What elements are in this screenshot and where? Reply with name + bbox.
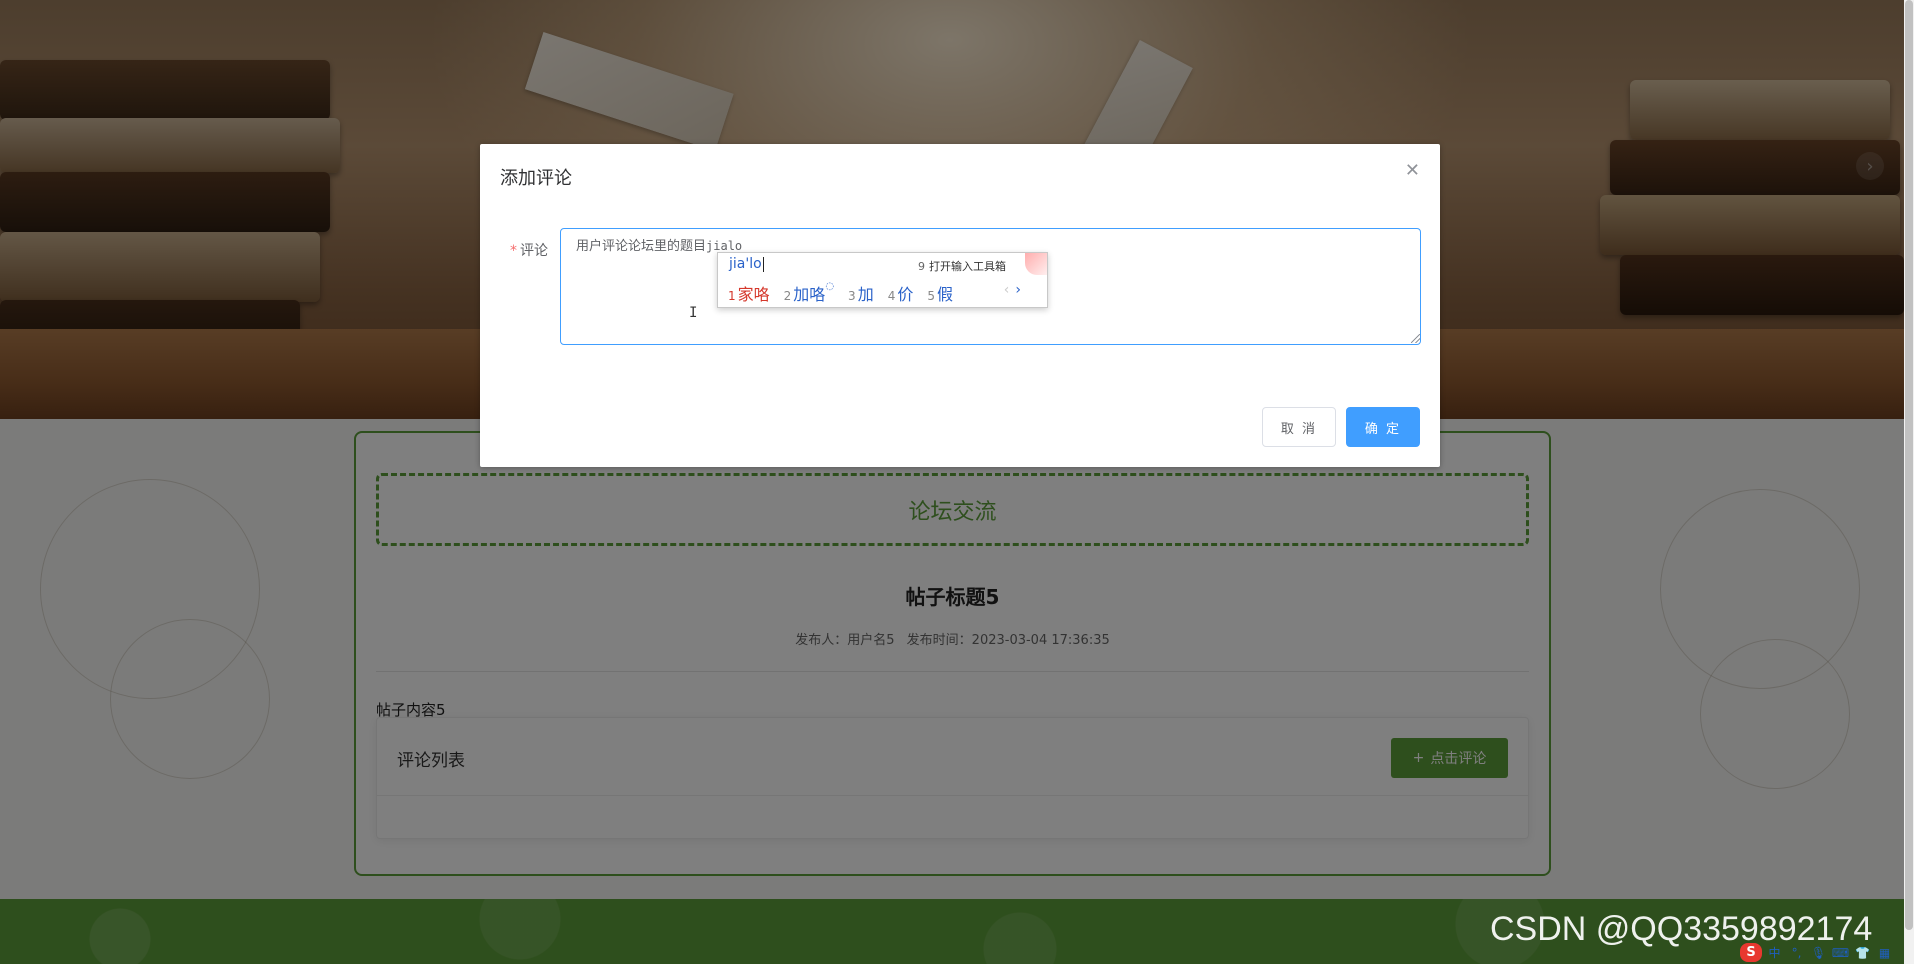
- comment-field-label-text: 评论: [520, 243, 548, 259]
- ime-pinyin: jia'lo: [729, 256, 764, 272]
- cloud-icon: ◌: [825, 281, 835, 292]
- grid-icon[interactable]: ▦: [1875, 943, 1894, 962]
- ime-candidates: 1 家咯 2 加咯◌ 3加 4价 5假: [728, 281, 953, 305]
- keyboard-icon[interactable]: ⌨: [1831, 943, 1850, 962]
- punctuation-icon[interactable]: °,: [1787, 943, 1806, 962]
- resize-handle-icon[interactable]: [1411, 334, 1420, 343]
- ime-candidate[interactable]: 5假: [927, 281, 953, 305]
- confirm-button[interactable]: 确 定: [1346, 407, 1420, 447]
- required-asterisk: *: [510, 243, 517, 259]
- ime-tray: S 中 °, 🎙 ⌨ 👕 ▦: [1740, 943, 1894, 962]
- ime-candidate-text: 家咯: [737, 285, 770, 304]
- dialog-title: 添加评论: [500, 168, 572, 189]
- ime-candidate-text: 加咯: [793, 285, 826, 304]
- microphone-icon[interactable]: 🎙: [1809, 943, 1828, 962]
- ime-candidate[interactable]: 4价: [888, 281, 914, 305]
- ime-candidate-num: 1: [728, 289, 736, 303]
- chevron-right-icon[interactable]: ›: [1015, 282, 1021, 298]
- language-indicator[interactable]: 中: [1765, 943, 1784, 962]
- comment-text: 用户评论论坛里的题目: [576, 239, 707, 254]
- sogou-logo-icon[interactable]: S: [1740, 943, 1762, 962]
- ime-pinyin-text: jia'lo: [729, 256, 762, 272]
- ime-candidate[interactable]: 3加: [848, 281, 874, 305]
- cancel-button[interactable]: 取 消: [1262, 407, 1336, 447]
- ime-candidate-num: 2: [783, 289, 792, 303]
- comment-composing-text: jialo: [706, 239, 743, 253]
- ime-candidate-num: 5: [927, 289, 935, 303]
- scrollbar[interactable]: [1904, 0, 1914, 964]
- ime-candidate-num: 3: [848, 289, 856, 303]
- ime-toolbox-link[interactable]: 9 打开输入工具箱: [918, 258, 1006, 274]
- skin-icon[interactable]: 👕: [1853, 943, 1872, 962]
- chevron-left-icon[interactable]: ‹: [1004, 282, 1010, 298]
- ime-tool-label: 打开输入工具箱: [929, 260, 1006, 273]
- ime-candidate-num: 4: [887, 289, 896, 303]
- ime-logo-icon: [1025, 253, 1047, 275]
- ime-caret: [762, 256, 764, 272]
- ime-candidate[interactable]: 2 加咯◌: [784, 281, 834, 305]
- i-beam-cursor-icon: I: [689, 305, 698, 321]
- ime-candidate-popup: jia'lo 9 打开输入工具箱 1 家咯 2 加咯◌ 3加 4价 5假 ‹ ›: [717, 252, 1048, 308]
- ime-candidate-text: 加: [857, 285, 874, 304]
- ime-candidate-text: 价: [897, 285, 914, 304]
- scrollbar-thumb[interactable]: [1905, 0, 1913, 930]
- comment-field-label: * 评论: [510, 240, 548, 260]
- ime-candidate[interactable]: 1 家咯: [728, 281, 770, 305]
- close-icon[interactable]: ✕: [1405, 160, 1420, 181]
- ime-tool-num: 9: [918, 260, 925, 273]
- ime-candidate-text: 假: [937, 285, 954, 304]
- ime-pager: ‹ ›: [1004, 282, 1021, 298]
